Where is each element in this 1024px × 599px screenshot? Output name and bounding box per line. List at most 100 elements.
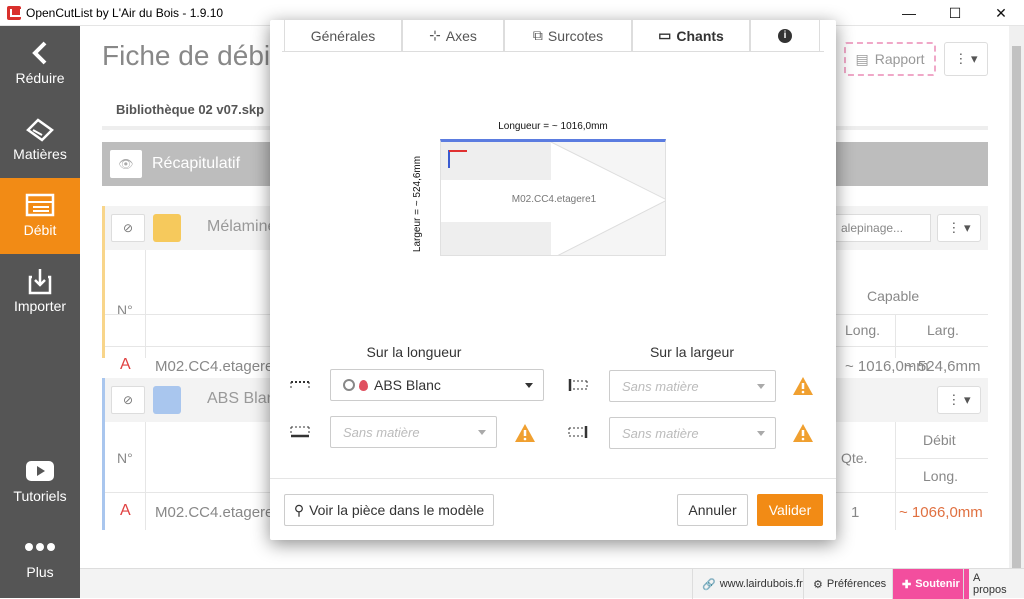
row-id: A (120, 502, 131, 519)
tab-generales[interactable]: Générales (284, 20, 402, 52)
warning-icon (792, 423, 814, 443)
validate-button[interactable]: Valider (757, 494, 823, 526)
app-icon (7, 6, 22, 20)
kebab-icon: ⋮ ▾ (954, 51, 978, 66)
scrollbar[interactable] (1009, 26, 1024, 576)
row-qte: 1 (851, 504, 860, 521)
about-button[interactable]: A propos (963, 569, 1024, 599)
group-menu-button[interactable]: ⋮ ▾ (937, 386, 981, 414)
website-link[interactable]: 🔗 www.lairdubois.fr (692, 569, 812, 599)
sidebar-item-matieres[interactable]: Matières (0, 102, 80, 178)
youtube-icon (0, 458, 80, 484)
col-long: Long. (923, 468, 959, 484)
part-name-label: M02.CC4.etagere1 (511, 194, 597, 205)
tab-label: Générales (310, 27, 376, 44)
chevron-left-icon (0, 40, 80, 66)
warning-icon (792, 376, 814, 396)
row-id: A (120, 356, 131, 373)
kebab-icon: ⋮ ▾ (947, 392, 971, 407)
report-icon: ▤ (855, 50, 869, 67)
edge-top-select[interactable]: ABS Blanc (330, 369, 544, 401)
cancel-button[interactable]: Annuler (677, 494, 748, 526)
warning-icon (514, 423, 536, 443)
gear-icon: ⚙ (813, 578, 823, 591)
group-menu-button[interactable]: ⋮ ▾ (937, 214, 981, 242)
tab-axes[interactable]: ⊹ Axes (402, 20, 504, 52)
tab-info[interactable]: i (750, 20, 820, 52)
view-in-model-button[interactable]: ⚲ Voir la pièce dans le modèle (284, 494, 494, 526)
cancel-label: Annuler (688, 502, 737, 518)
edges-icon: ▭ (658, 27, 672, 43)
edge-bottom-placeholder: Sans matière (343, 424, 420, 440)
col-long: Long. (845, 322, 881, 338)
edge-banding-label: alepinage... (841, 221, 904, 235)
material-swatch-icon (153, 214, 181, 242)
gift-icon: ✚ (902, 578, 912, 591)
sidebar-item-reduire[interactable]: Réduire (0, 26, 80, 102)
col-no: N° (117, 302, 133, 318)
preferences-label: Préférences (826, 578, 887, 590)
eye-slash-icon[interactable]: ⊘ (111, 386, 145, 414)
tab-label: Axes (445, 27, 477, 44)
tab-label: Surcotes (547, 27, 604, 44)
kebab-icon: ⋮ ▾ (947, 220, 971, 235)
edge-top-value: ABS Blanc (374, 377, 441, 393)
col-group-debit: Débit (923, 432, 956, 448)
length-heading: Sur la longueur (366, 344, 462, 360)
page-title: Fiche de débit (102, 40, 278, 71)
group-material-name: Mélaminé (207, 218, 277, 235)
sidebar-item-debit[interactable]: Débit (0, 178, 80, 254)
edge-bottom-select[interactable]: Sans matière (330, 416, 497, 448)
document-tab[interactable]: Bibliothèque 02 v07.skp (102, 90, 279, 128)
chevron-down-icon (757, 384, 765, 389)
sidebar-item-plus[interactable]: Plus (0, 520, 80, 596)
maximize-button[interactable]: ☐ (932, 0, 978, 26)
materials-icon (0, 116, 80, 142)
sidebar-item-label: Débit (23, 222, 57, 238)
options-menu-button[interactable]: ⋮ ▾ (944, 42, 988, 76)
search-icon: ⚲ (293, 501, 305, 518)
more-icon (0, 534, 80, 560)
edge-right-select[interactable]: Sans matière (609, 417, 776, 449)
chevron-down-icon (757, 431, 765, 436)
sidebar-item-tutoriels[interactable]: Tutoriels (0, 444, 80, 520)
sidebar-item-label: Importer (13, 298, 67, 314)
edge-top-icon (290, 378, 312, 394)
close-button[interactable]: ✕ (978, 0, 1024, 26)
row-larg: ~ 524,6mm (905, 358, 981, 375)
sidebar-item-label: Tutoriels (13, 488, 67, 504)
minimize-button[interactable]: — (886, 0, 932, 26)
rapport-button[interactable]: ▤ Rapport (844, 42, 936, 76)
row-name: M02.CC4.etagere1 (155, 358, 282, 375)
support-button[interactable]: ✚ Soutenir (892, 569, 969, 599)
sidebar-item-importer[interactable]: Importer (0, 254, 80, 330)
col-qte: Qte. (841, 450, 868, 466)
preferences-button[interactable]: ⚙ Préférences (803, 569, 895, 599)
edge-left-icon (568, 378, 590, 394)
eye-slash-icon[interactable]: ⊘ (111, 214, 145, 242)
sidebar-item-label: Matières (13, 146, 67, 162)
tab-label: Chants (676, 27, 724, 44)
axes-icon: ⊹ (429, 27, 441, 43)
row-name: M02.CC4.etagere1 (155, 504, 282, 521)
edge-right-placeholder: Sans matière (622, 425, 699, 441)
tab-surcotes[interactable]: ⧉ Surcotes (504, 20, 632, 52)
col-group-capable: Capable (867, 288, 920, 304)
edge-right-icon (568, 425, 590, 441)
edge-bottom-icon (290, 425, 312, 441)
recap-label: Récapitulatif (152, 155, 241, 172)
sidebar-item-label: Réduire (15, 70, 65, 86)
edge-left-placeholder: Sans matière (622, 378, 699, 394)
edge-swatch-icon (153, 386, 181, 414)
chevron-down-icon (478, 430, 486, 435)
drop-icon (359, 379, 368, 391)
window-title: OpenCutList by L'Air du Bois - 1.9.10 (26, 6, 224, 20)
tab-chants[interactable]: ▭ Chants (632, 20, 750, 52)
sidebar-item-label: Plus (26, 564, 54, 580)
view-in-model-label: Voir la pièce dans le modèle (309, 502, 485, 518)
eye-icon[interactable]: 👁 (110, 150, 142, 178)
edge-left-select[interactable]: Sans matière (609, 370, 776, 402)
support-label: Soutenir (915, 578, 960, 590)
edge-banding-button[interactable]: alepinage... (835, 214, 931, 242)
info-icon: i (778, 28, 792, 43)
